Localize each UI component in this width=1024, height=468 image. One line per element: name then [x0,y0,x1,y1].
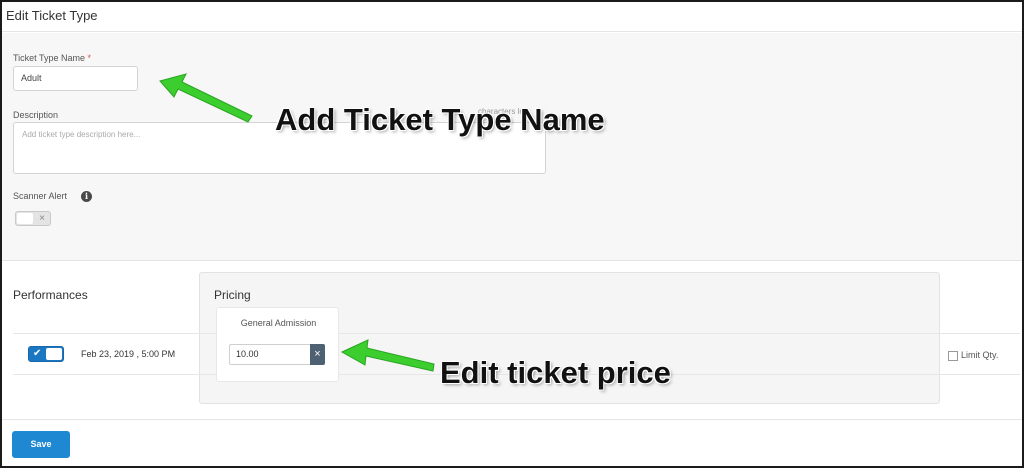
performance-date: Feb 23, 2019 , 5:00 PM [81,349,176,359]
clear-price-button[interactable]: × [310,344,325,365]
limit-qty-label: Limit Qty. [961,350,999,360]
ticket-type-name-input[interactable]: Adult [13,66,138,91]
annotation-edit-ticket-price: Edit ticket price [440,355,671,390]
toggle-knob [17,213,33,224]
performances-title: Performances [13,288,88,302]
ticket-type-name-label: Ticket Type Name * [13,53,92,63]
description-label: Description [13,110,59,120]
annotation-add-ticket-type-name: Add Ticket Type Name [275,102,605,137]
row-divider [13,333,1020,334]
ticket-price-input[interactable]: 10.00 [229,344,311,365]
required-marker: * [87,53,92,63]
scanner-alert-toggle[interactable]: × [15,211,51,226]
check-icon: ✔ [33,348,42,359]
limit-qty-checkbox[interactable] [948,351,958,361]
green-arrow-name [159,73,253,123]
toggle-knob [46,348,62,360]
pricing-title: Pricing [214,288,251,302]
ticket-details-section: Ticket Type Name * Adult Description cha… [2,33,1022,261]
save-button[interactable]: Save [12,431,70,458]
performance-enabled-toggle[interactable]: ✔ [28,346,64,362]
close-icon: × [39,213,45,224]
green-arrow-price [340,339,435,372]
pricing-column-label: General Admission [240,318,317,328]
page-header: Edit Ticket Type [2,2,1022,32]
scanner-alert-label: Scanner Alert [13,191,68,201]
edit-ticket-type-window: Edit Ticket Type Ticket Type Name * Adul… [2,2,1022,466]
footer-divider [2,419,1022,420]
info-icon[interactable]: i [81,191,92,202]
page-title: Edit Ticket Type [6,8,98,23]
